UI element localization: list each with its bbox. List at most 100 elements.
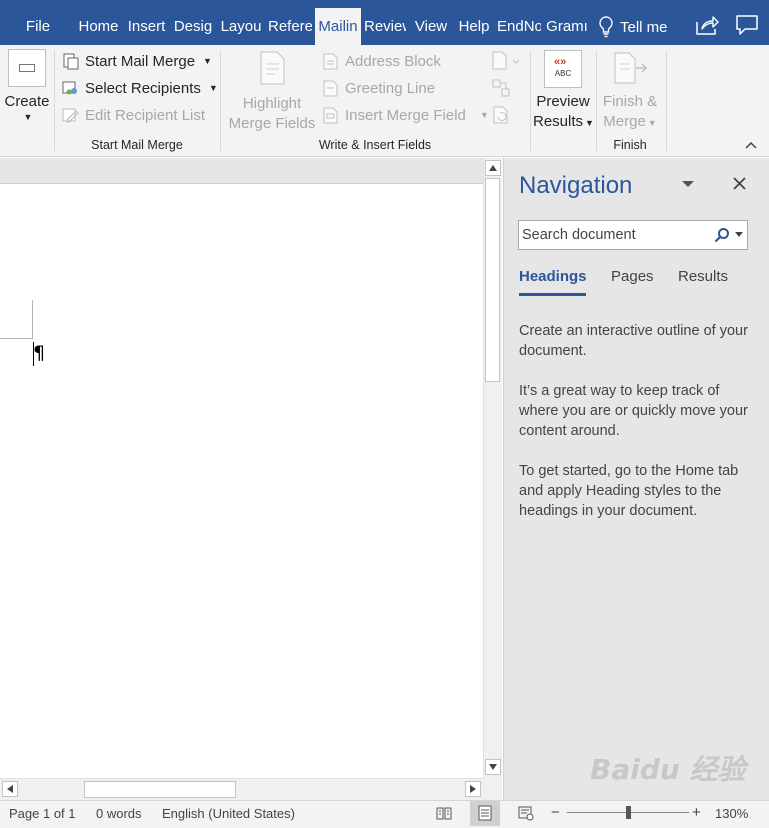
tab-endnote[interactable]: EndNo [497,0,541,45]
edit-list-icon [62,108,79,122]
greeting-line-button[interactable]: Greeting Line [322,77,435,99]
address-block-icon [323,53,338,69]
scroll-right-button[interactable] [465,781,481,797]
zoom-slider-thumb[interactable] [626,806,631,819]
lightbulb-icon [599,16,613,38]
match-fields-icon[interactable] [491,78,511,98]
horizontal-scroll-thumb[interactable] [84,781,236,798]
group-label-start-mail-merge: Start Mail Merge [91,138,183,152]
finish-merge-button[interactable]: Finish & Merge ▼ [599,50,661,133]
group-separator [220,51,221,151]
finish-label-2: Merge [603,113,646,130]
insert-merge-field-label: Insert Merge Field [345,106,466,124]
chevron-down-icon: ▼ [23,112,33,122]
web-layout-icon[interactable] [518,805,534,821]
tell-me-label: Tell me [620,18,668,36]
search-document-box[interactable] [518,220,748,250]
arrow-right-icon [470,785,476,793]
group-separator [54,51,55,151]
watermark-logo: Baidu 经验 [590,753,746,786]
print-layout-icon [478,805,492,821]
preview-label-1: Preview [536,93,590,110]
tab-home[interactable]: Home [76,0,121,45]
tell-me-box[interactable]: Tell me [598,14,668,40]
finish-label-1: Finish & [602,93,658,110]
preview-results-button[interactable]: «» ABC Preview Results ▼ [533,50,594,133]
margin-marker-horizontal [0,338,33,339]
envelope-icon [8,49,46,87]
preview-results-icon: «» ABC [544,50,582,88]
edit-recipient-list-label: Edit Recipient List [85,106,206,124]
scroll-up-button[interactable] [485,160,501,176]
chevron-down-icon: ▼ [585,118,594,128]
comment-icon[interactable] [736,15,758,35]
scrollbar-corner [483,778,502,800]
group-label-finish: Finish [613,138,647,152]
tab-mailings[interactable]: Mailin [315,8,361,45]
zoom-level[interactable]: 130% [715,806,748,821]
highlight-merge-fields-button[interactable]: Highlight Merge Fields [227,50,317,134]
create-label: Create [4,93,50,110]
highlight-label-1: Highlight [242,95,302,112]
select-recipients-label: Select Recipients [85,79,201,97]
select-recipients-button[interactable]: Select Recipients ▼ [62,77,218,99]
scroll-left-button[interactable] [2,781,18,797]
paragraph-mark: ¶ [33,342,46,364]
chevron-down-icon: ▼ [647,118,657,128]
document-canvas[interactable] [0,158,483,778]
arrow-left-icon [7,785,13,793]
rules-icon[interactable] [491,51,521,71]
start-mail-merge-button[interactable]: Start Mail Merge ▼ [62,50,212,72]
zoom-in-button[interactable]: + [692,804,701,821]
share-icon[interactable] [695,14,719,36]
pane-options-icon[interactable] [681,178,695,190]
close-icon[interactable] [732,176,747,191]
tab-view[interactable]: View [410,0,452,45]
create-button[interactable]: Create ▼ [4,49,50,131]
active-tab-indicator [519,293,586,296]
group-separator [530,51,531,151]
tab-layout[interactable]: Layou [218,0,264,45]
tab-file[interactable]: File [18,0,58,45]
vertical-scroll-thumb[interactable] [485,178,500,382]
address-block-button[interactable]: Address Block [322,50,441,72]
insert-merge-field-button[interactable]: Insert Merge Field ▼ [322,104,489,126]
zoom-out-button[interactable]: − [551,804,560,821]
horizontal-scrollbar[interactable] [0,778,483,800]
nav-help-text-1: Create an interactive outline of your do… [519,323,748,359]
highlight-label-2: Merge Fields [228,115,316,132]
tab-headings[interactable]: Headings [519,268,587,285]
chevron-down-icon: ▼ [208,83,218,93]
tab-grammarly[interactable]: Gramı [544,0,590,45]
greeting-line-icon [323,80,338,96]
preview-label-2: Results [533,113,584,130]
address-block-label: Address Block [345,52,441,70]
read-mode-icon[interactable] [436,805,452,821]
search-icon[interactable] [714,227,730,243]
tab-help[interactable]: Help [454,0,494,45]
tab-results[interactable]: Results [678,268,728,285]
document-icon [63,53,79,69]
page-count[interactable]: Page 1 of 1 [9,806,76,821]
scroll-down-button[interactable] [485,759,501,775]
tab-pages[interactable]: Pages [611,268,654,285]
tab-review[interactable]: Review [364,0,406,45]
tab-design[interactable]: Desig [172,0,214,45]
tab-references[interactable]: Refere [268,0,312,45]
chevron-down-icon[interactable] [735,232,743,238]
collapse-ribbon-icon[interactable] [744,140,758,150]
start-mail-merge-label: Start Mail Merge [85,52,196,70]
edit-recipient-list-button[interactable]: Edit Recipient List [62,104,205,126]
group-label-write-insert: Write & Insert Fields [318,138,432,152]
language-indicator[interactable]: English (United States) [162,806,295,821]
update-labels-icon[interactable] [491,105,511,125]
merge-field-icon [323,107,338,123]
tab-insert[interactable]: Insert [124,0,169,45]
arrow-down-icon [489,764,497,770]
group-separator [596,51,597,151]
word-count[interactable]: 0 words [96,806,142,821]
margin-marker-vertical [32,300,33,338]
finish-merge-icon [614,52,648,84]
search-input[interactable] [522,224,702,246]
chevron-down-icon: ▼ [479,110,489,120]
